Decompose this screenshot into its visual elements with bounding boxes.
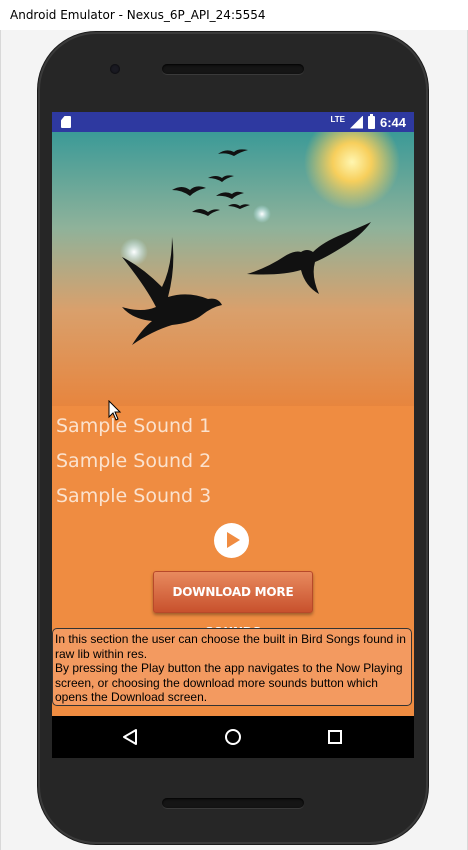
front-camera [110, 64, 120, 74]
info-text-box: In this section the user can choose the … [52, 628, 412, 706]
device-screen: LTE 6:44 Sample Sound 1 Sample Sound 2 S… [52, 112, 414, 758]
window-title-bar: Android Emulator - Nexus_6P_API_24:5554 [0, 0, 468, 30]
download-more-sounds-button[interactable]: DOWNLOAD MORE SOUNDS [153, 571, 313, 639]
battery-icon [367, 113, 375, 129]
recent-apps-icon[interactable] [327, 729, 343, 745]
lte-label: LTE [330, 114, 345, 124]
top-speaker [162, 64, 304, 74]
home-icon[interactable] [224, 728, 242, 746]
bottom-speaker [162, 798, 304, 808]
signal-icon [349, 115, 363, 129]
status-bar: LTE 6:44 [52, 112, 414, 132]
sample-sound-3[interactable]: Sample Sound 3 [56, 485, 211, 507]
sample-sound-2[interactable]: Sample Sound 2 [56, 450, 211, 472]
window-title: Android Emulator - Nexus_6P_API_24:5554 [10, 8, 266, 22]
sample-sound-1[interactable]: Sample Sound 1 [56, 415, 211, 437]
sd-card-icon [61, 116, 71, 128]
play-button[interactable] [214, 523, 249, 558]
back-icon[interactable] [122, 728, 138, 746]
navigation-bar [52, 716, 414, 758]
bird-header-image [52, 132, 414, 406]
mouse-cursor-icon [108, 400, 122, 421]
status-time: 6:44 [379, 114, 406, 130]
